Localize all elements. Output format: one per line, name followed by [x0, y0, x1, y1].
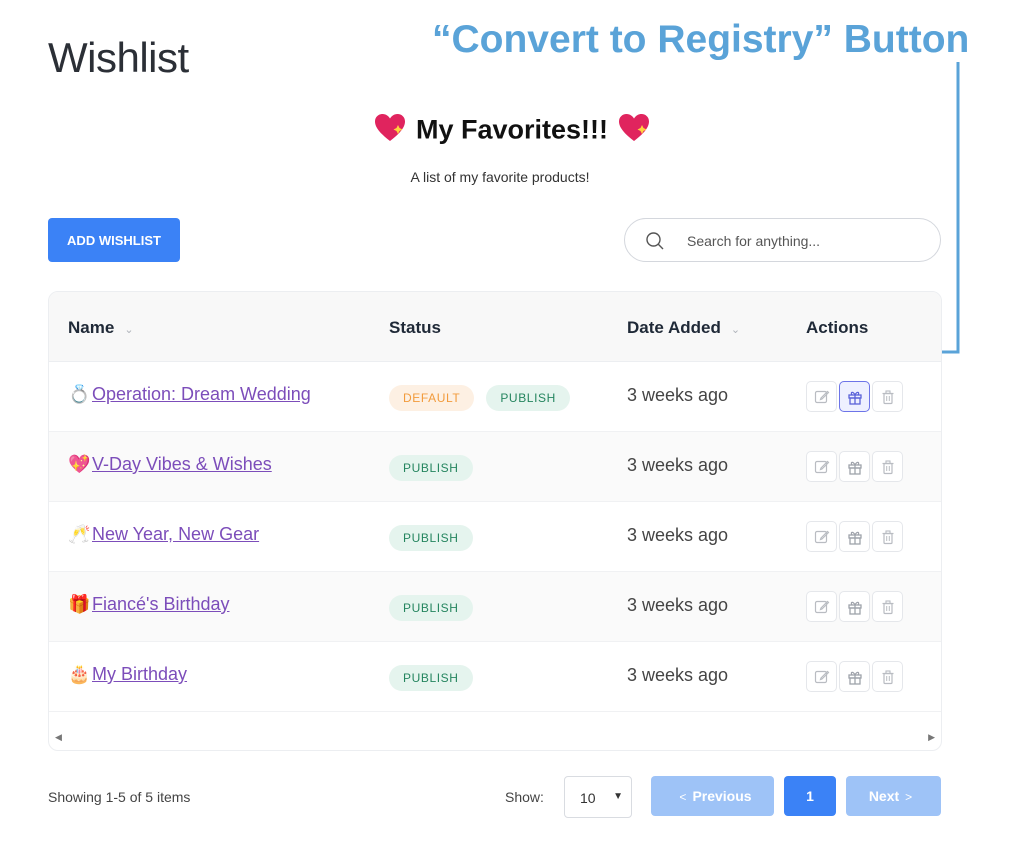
- status-badge: PUBLISH: [389, 455, 473, 481]
- page-size-label: Show:: [505, 789, 544, 805]
- sort-chevron-icon[interactable]: ⌄: [124, 324, 133, 336]
- sparkling-heart-icon: [618, 113, 650, 150]
- convert-to-registry-button[interactable]: [839, 451, 870, 482]
- page-title: Wishlist: [48, 34, 189, 81]
- convert-to-registry-button[interactable]: [839, 381, 870, 412]
- column-header-date[interactable]: Date Added ⌄: [627, 318, 740, 338]
- column-header-actions: Actions: [806, 318, 869, 337]
- page-number-button[interactable]: 1: [784, 776, 836, 816]
- wishlist-link[interactable]: My Birthday: [92, 664, 187, 684]
- actions-cell: [806, 521, 905, 552]
- status-cell: PUBLISH: [389, 595, 485, 621]
- delete-button[interactable]: [872, 381, 903, 412]
- wishlist-subtitle: A list of my favorite products!: [410, 169, 590, 185]
- wishlist-name-cell: 🎁Fiancé's Birthday: [68, 594, 230, 615]
- column-header-status: Status: [389, 318, 441, 337]
- status-cell: PUBLISH: [389, 525, 485, 551]
- page-size-value: 10: [580, 790, 596, 806]
- chevron-right-icon: >: [905, 790, 913, 804]
- convert-to-registry-button[interactable]: [839, 521, 870, 552]
- status-cell: PUBLISH: [389, 665, 485, 691]
- add-wishlist-button[interactable]: ADD WISHLIST: [48, 218, 180, 262]
- date-added-cell: 3 weeks ago: [627, 595, 729, 615]
- status-cell: PUBLISH: [389, 455, 485, 481]
- delete-button[interactable]: [872, 451, 903, 482]
- actions-cell: [806, 591, 905, 622]
- wishlist-title: My Favorites!!!: [415, 114, 609, 145]
- wishlist-table: Name ⌄ Status Date Added ⌄ Actions 💍Operat…: [48, 291, 942, 751]
- actions-cell: [806, 661, 905, 692]
- scroll-left-icon[interactable]: ◀: [55, 732, 62, 743]
- actions-cell: [806, 381, 905, 412]
- status-badge: PUBLISH: [389, 665, 473, 691]
- chevron-down-icon: ▼: [613, 791, 623, 802]
- page-size-select[interactable]: 10 ▼: [564, 776, 632, 818]
- search-input[interactable]: [687, 229, 917, 253]
- scroll-right-icon[interactable]: ▶: [928, 732, 935, 743]
- table-header: Name ⌄ Status Date Added ⌄ Actions: [49, 292, 941, 362]
- wishlist-name-cell: 💖V-Day Vibes & Wishes: [68, 454, 272, 475]
- wishlist-name-cell: 🎂My Birthday: [68, 664, 187, 685]
- table-row: 💍Operation: Dream Wedding DEFAULT PUBLISH…: [49, 362, 941, 432]
- date-added-cell: 3 weeks ago: [627, 455, 729, 475]
- wishlist-link[interactable]: Fiancé's Birthday: [92, 594, 230, 614]
- status-cell: DEFAULT PUBLISH: [389, 385, 582, 411]
- horizontal-scrollbar[interactable]: ◀ ▶: [49, 728, 941, 750]
- status-badge: PUBLISH: [389, 595, 473, 621]
- wishlist-emoji-icon: 💖: [68, 454, 91, 474]
- date-added-cell: 3 weeks ago: [627, 525, 729, 545]
- convert-to-registry-button[interactable]: [839, 661, 870, 692]
- wishlist-emoji-icon: 🎂: [68, 664, 91, 684]
- delete-button[interactable]: [872, 521, 903, 552]
- column-header-name[interactable]: Name ⌄: [68, 318, 134, 338]
- status-badge: DEFAULT: [389, 385, 475, 411]
- next-page-button[interactable]: Next >: [846, 776, 941, 816]
- convert-to-registry-button[interactable]: [839, 591, 870, 622]
- wishlist-heading: My Favorites!!!: [0, 113, 1024, 150]
- actions-cell: [806, 451, 905, 482]
- status-badge: PUBLISH: [486, 385, 570, 411]
- wishlist-name-cell: 💍Operation: Dream Wedding: [68, 384, 311, 405]
- delete-button[interactable]: [872, 661, 903, 692]
- edit-button[interactable]: [806, 661, 837, 692]
- wishlist-emoji-icon: 💍: [68, 384, 91, 404]
- wishlist-emoji-icon: 🥂: [68, 524, 91, 544]
- search-box[interactable]: [624, 218, 941, 262]
- date-added-cell: 3 weeks ago: [627, 385, 729, 405]
- table-row: 💖V-Day Vibes & Wishes PUBLISH 3 weeks ag…: [49, 432, 941, 502]
- wishlist-link[interactable]: V-Day Vibes & Wishes: [92, 454, 272, 474]
- table-row: 🎂My Birthday PUBLISH 3 weeks ago: [49, 642, 941, 712]
- search-icon: [646, 232, 664, 250]
- wishlist-link[interactable]: Operation: Dream Wedding: [92, 384, 311, 404]
- edit-button[interactable]: [806, 591, 837, 622]
- previous-page-button[interactable]: < Previous: [651, 776, 774, 816]
- delete-button[interactable]: [872, 591, 903, 622]
- wishlist-emoji-icon: 🎁: [68, 594, 91, 614]
- sparkling-heart-icon: [374, 113, 406, 150]
- table-row: 🎁Fiancé's Birthday PUBLISH 3 weeks ago: [49, 572, 941, 642]
- callout-annotation: “Convert to Registry” Button: [432, 18, 970, 61]
- edit-button[interactable]: [806, 521, 837, 552]
- edit-button[interactable]: [806, 451, 837, 482]
- wishlist-name-cell: 🥂New Year, New Gear: [68, 524, 259, 545]
- chevron-left-icon: <: [679, 790, 687, 804]
- date-added-cell: 3 weeks ago: [627, 665, 729, 685]
- table-row: 🥂New Year, New Gear PUBLISH 3 weeks ago: [49, 502, 941, 572]
- wishlist-link[interactable]: New Year, New Gear: [92, 524, 259, 544]
- status-badge: PUBLISH: [389, 525, 473, 551]
- sort-chevron-icon[interactable]: ⌄: [731, 324, 740, 336]
- edit-button[interactable]: [806, 381, 837, 412]
- pagination-summary: Showing 1-5 of 5 items: [48, 789, 191, 805]
